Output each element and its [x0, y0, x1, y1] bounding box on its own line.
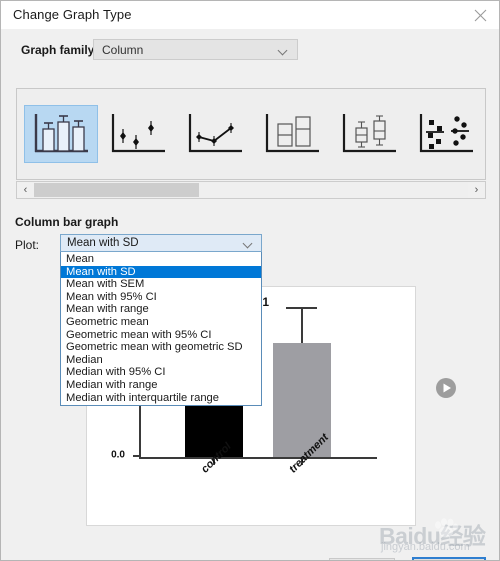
- before-after-line-graph-icon: [188, 114, 242, 153]
- column-bar-graph-icon: [34, 114, 88, 153]
- graph-family-value: Column: [102, 43, 144, 57]
- plot-option[interactable]: Mean with range: [61, 303, 261, 316]
- floating-bars-graph-icon: [265, 114, 319, 153]
- plot-option[interactable]: Median: [61, 354, 261, 367]
- close-button[interactable]: [459, 1, 499, 29]
- plot-option[interactable]: Median with interquartile range: [61, 392, 261, 405]
- graph-type-box-whisker-graph[interactable]: [332, 105, 406, 163]
- ok-button[interactable]: OK: [412, 557, 486, 560]
- title-bar: Change Graph Type: [1, 1, 499, 29]
- change-graph-type-dialog: Change Graph Type Graph family: Column ‹…: [0, 0, 500, 561]
- gallery-scrollbar-thumb[interactable]: [34, 183, 199, 197]
- plot-select[interactable]: Mean with SD: [60, 234, 262, 252]
- y-tick-label-1: 0.0: [111, 449, 125, 461]
- page-title: Change Graph Type: [13, 7, 132, 22]
- x-axis: [139, 457, 377, 459]
- graph-type-before-after-line-graph[interactable]: [178, 105, 252, 163]
- chevron-right-icon[interactable]: ›: [468, 182, 485, 198]
- box-whisker-graph-icon: [342, 114, 396, 153]
- plot-option[interactable]: Mean with SD: [61, 265, 261, 279]
- chevron-left-icon[interactable]: ‹: [17, 182, 34, 198]
- plot-option[interactable]: Median with range: [61, 379, 261, 392]
- graph-type-gallery: [16, 88, 486, 180]
- graph-type-floating-bars-graph[interactable]: [255, 105, 329, 163]
- gallery-scrollbar-track[interactable]: [34, 182, 468, 198]
- scatter-plot-symbols-icon: [111, 114, 165, 153]
- plot-option[interactable]: Geometric mean: [61, 316, 261, 329]
- graph-family-select[interactable]: Column: [93, 39, 298, 60]
- plot-option[interactable]: Mean with 95% CI: [61, 291, 261, 304]
- plot-label: Plot:: [15, 238, 40, 252]
- play-circle-icon: [436, 378, 456, 398]
- graph-type-column-bar-graph[interactable]: [24, 105, 98, 163]
- next-preview-button[interactable]: [435, 377, 457, 399]
- gallery-scrollbar[interactable]: ‹ ›: [16, 181, 486, 199]
- error-bar-treatment: [301, 307, 303, 343]
- y-tick-1: 0.0: [111, 450, 139, 461]
- plot-dropdown-list[interactable]: Mean Mean with SD Mean with SEM Mean with 9…: [60, 252, 262, 407]
- graph-family-label: Graph family:: [21, 43, 99, 57]
- graph-type-scatter-dot-plot-graph[interactable]: [409, 105, 483, 163]
- close-icon: [474, 9, 486, 21]
- plot-option[interactable]: Geometric mean with 95% CI: [61, 329, 261, 342]
- graph-type-thumbnails: [17, 89, 487, 179]
- plot-option[interactable]: Geometric mean with geometric SD: [61, 341, 261, 354]
- error-bar-cap-treatment: [286, 307, 317, 309]
- plot-option[interactable]: Mean: [61, 253, 261, 266]
- plot-option[interactable]: Median with 95% CI: [61, 366, 261, 379]
- plot-option[interactable]: Mean with SEM: [61, 278, 261, 291]
- dialog-body: Graph family: Column ‹ › Column bar grap…: [1, 29, 499, 560]
- graph-type-scatter-plot-symbols[interactable]: [101, 105, 175, 163]
- scatter-dot-plot-graph-icon: [419, 114, 473, 153]
- section-heading: Column bar graph: [15, 215, 119, 229]
- chevron-down-icon: [244, 240, 253, 246]
- plot-select-value: Mean with SD: [67, 237, 139, 249]
- chevron-down-icon: [279, 47, 288, 53]
